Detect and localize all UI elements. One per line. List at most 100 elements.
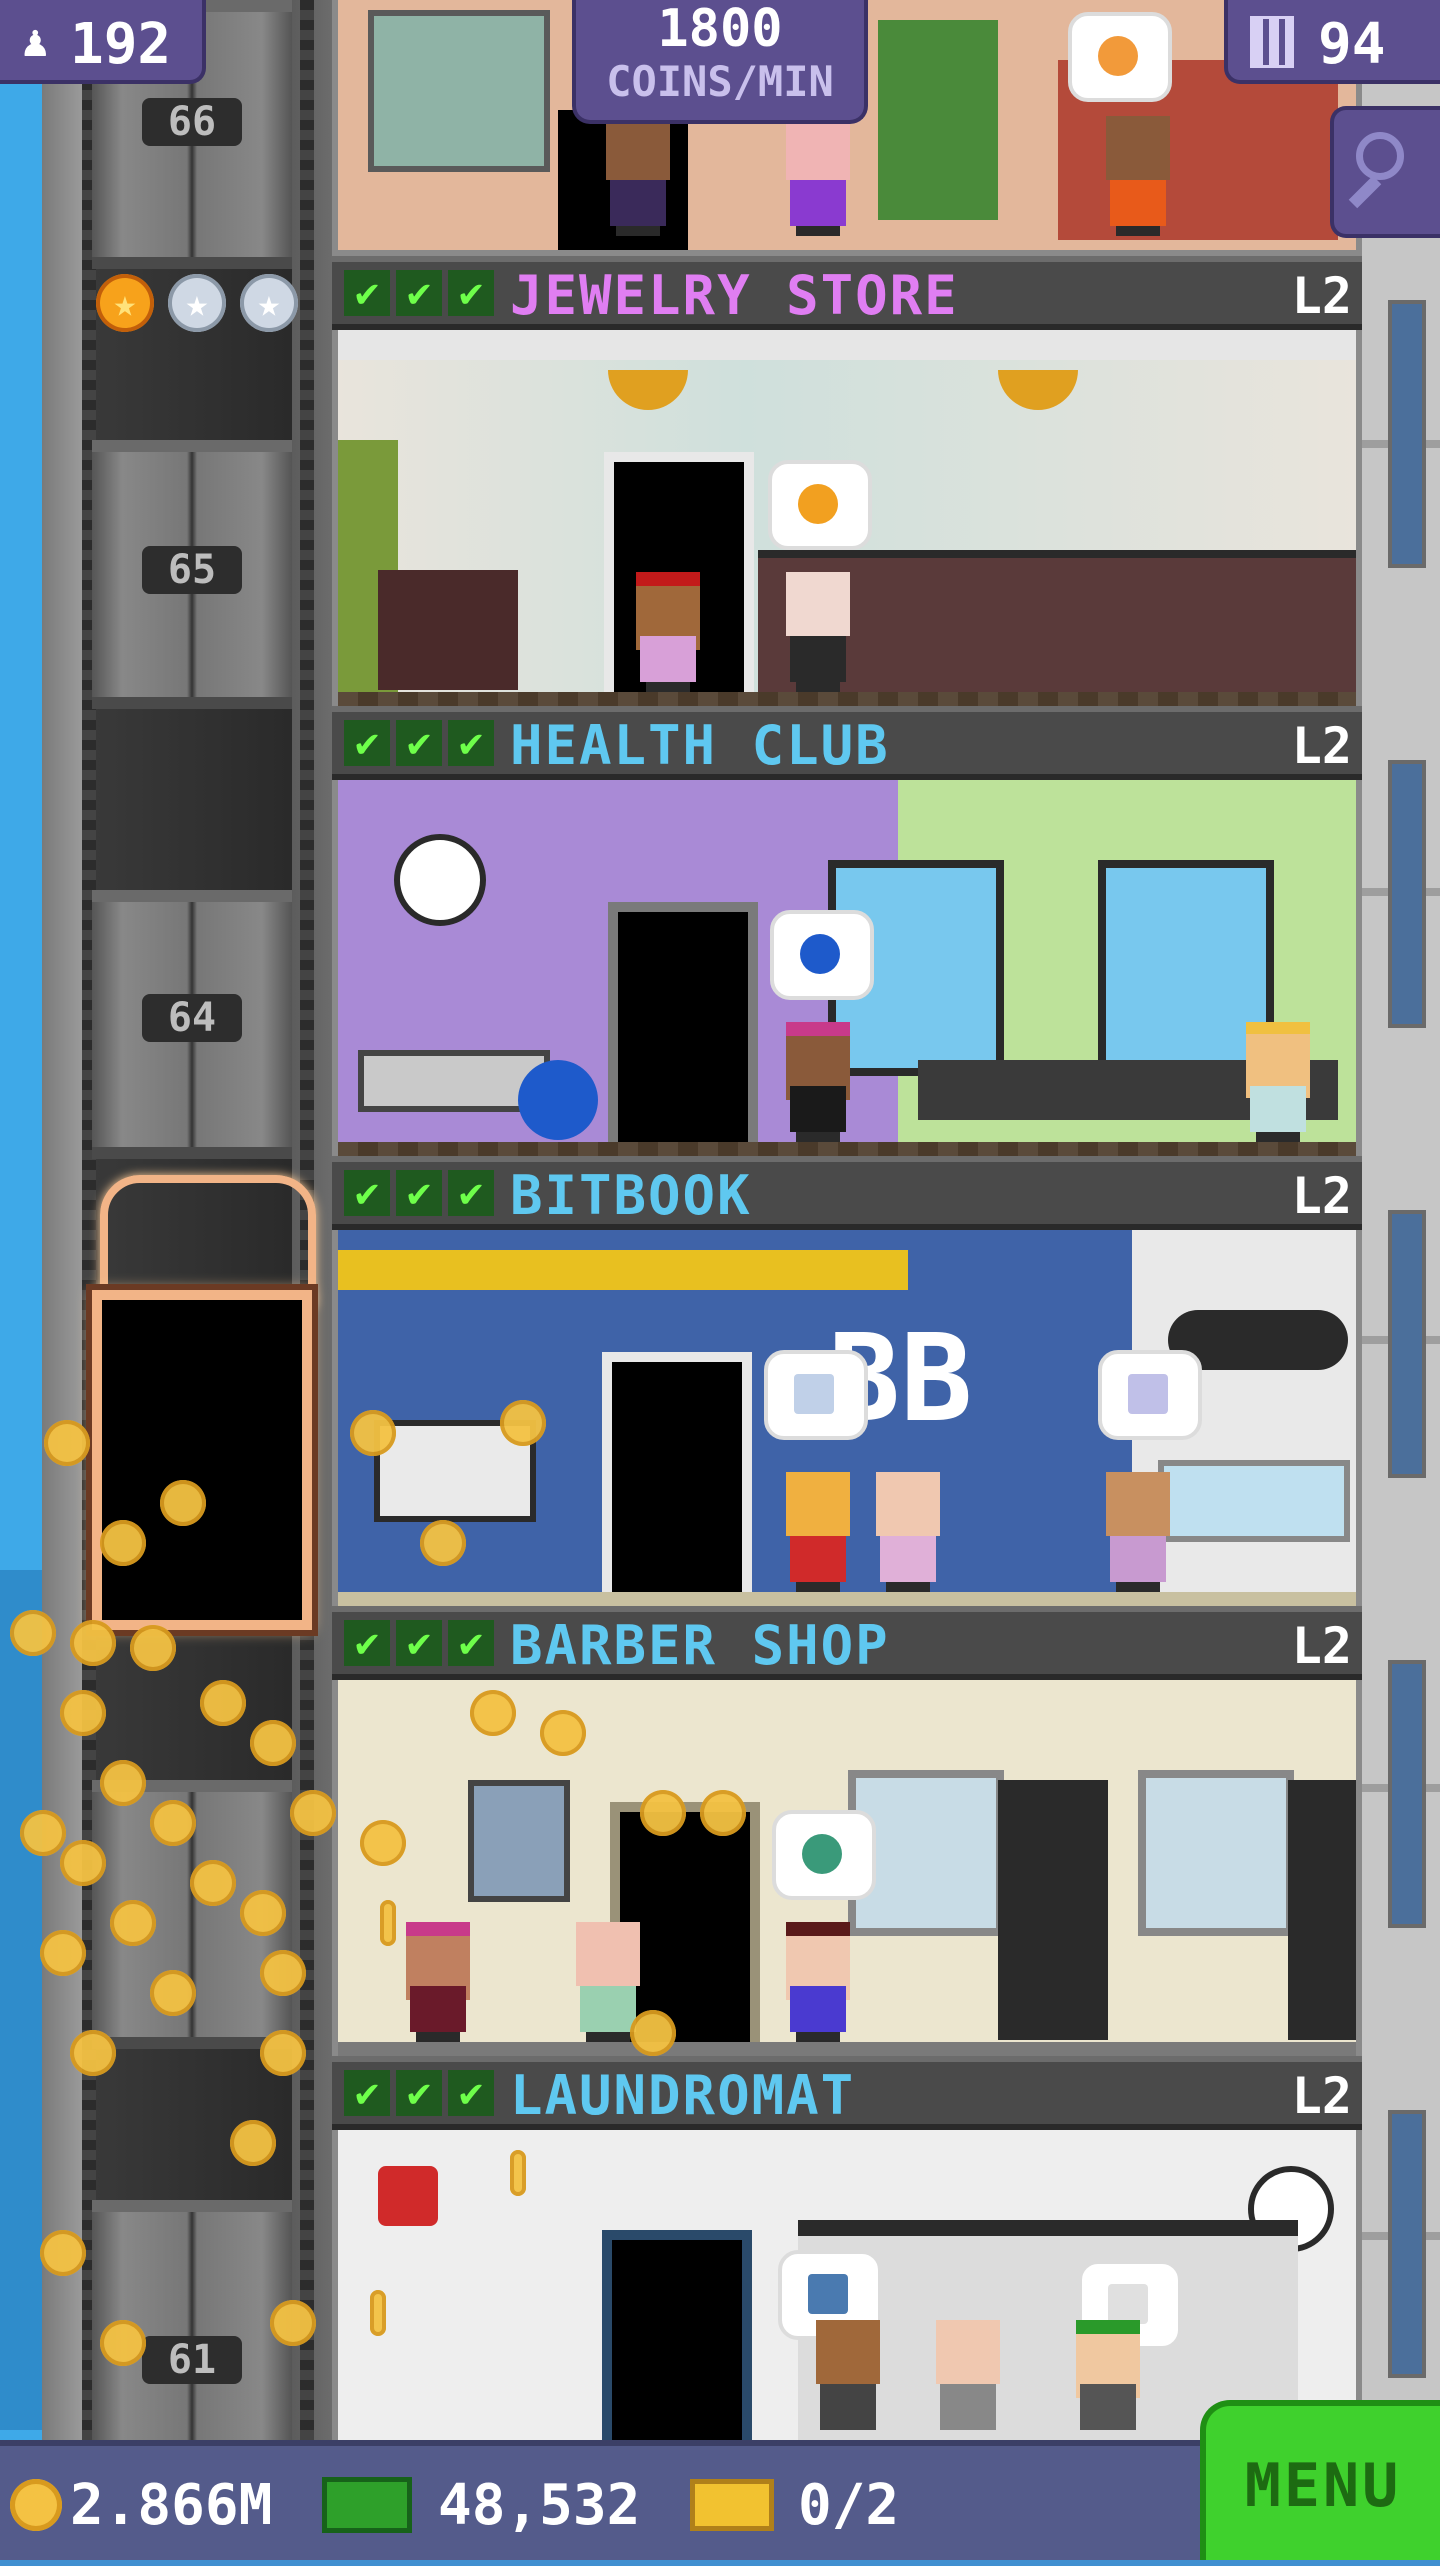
tenant-person[interactable] bbox=[1098, 1472, 1178, 1592]
coin-icon[interactable] bbox=[20, 1810, 66, 1856]
tenant-person[interactable] bbox=[1068, 2320, 1148, 2440]
coin-icon[interactable] bbox=[470, 1690, 516, 1736]
check-icon: ✔ bbox=[396, 720, 442, 766]
coin-icon[interactable] bbox=[100, 2320, 146, 2366]
coin-icon[interactable] bbox=[540, 1710, 586, 1756]
coin-icon[interactable] bbox=[40, 2230, 86, 2276]
coin-icon[interactable] bbox=[100, 1760, 146, 1806]
room-health-club[interactable] bbox=[338, 780, 1356, 1160]
ceiling bbox=[338, 330, 1356, 360]
room-laundromat[interactable] bbox=[338, 2130, 1356, 2440]
floors-counter[interactable]: 94 bbox=[1224, 0, 1440, 84]
cabinet bbox=[998, 1780, 1108, 2040]
tenant-person[interactable] bbox=[778, 116, 858, 236]
coin-icon[interactable] bbox=[260, 2030, 306, 2076]
coin-icon[interactable] bbox=[230, 2120, 276, 2166]
coin-icon[interactable] bbox=[510, 2150, 526, 2196]
room-jewelry-store[interactable] bbox=[338, 330, 1356, 710]
coin-icon[interactable] bbox=[350, 1410, 396, 1456]
customer-request-bubble[interactable] bbox=[772, 1810, 876, 1900]
tickets-value: 0/2 bbox=[798, 2472, 900, 2538]
customer-request-bubble[interactable] bbox=[764, 1350, 868, 1440]
customer-request-bubble[interactable] bbox=[1068, 12, 1172, 102]
tenant-person[interactable] bbox=[598, 116, 678, 236]
check-icon: ✔ bbox=[344, 1170, 390, 1216]
coin-icon[interactable] bbox=[380, 1900, 396, 1946]
tenant-person[interactable] bbox=[928, 2320, 1008, 2440]
tenant-person[interactable] bbox=[808, 2320, 888, 2440]
floor-level: L2 bbox=[1291, 2067, 1352, 2125]
room-barber-shop[interactable] bbox=[338, 1680, 1356, 2060]
coin-icon[interactable] bbox=[40, 1930, 86, 1976]
menu-button[interactable]: MENU bbox=[1200, 2400, 1440, 2560]
coin-icon[interactable] bbox=[60, 1690, 106, 1736]
tenant-person[interactable] bbox=[868, 1472, 948, 1592]
coin-icon[interactable] bbox=[420, 1520, 466, 1566]
floor-level: L2 bbox=[1291, 717, 1352, 775]
coin-icon[interactable] bbox=[110, 1900, 156, 1946]
coin-icon[interactable] bbox=[360, 1820, 406, 1866]
coin-icon[interactable] bbox=[70, 1620, 116, 1666]
coin-icon[interactable] bbox=[270, 2300, 316, 2346]
floor-level: L2 bbox=[1291, 267, 1352, 325]
bux-stat[interactable]: 48,532 bbox=[322, 2470, 640, 2540]
coin-icon[interactable] bbox=[640, 1790, 686, 1836]
elevator-star-icon: ★ bbox=[168, 274, 226, 332]
coin-icon[interactable] bbox=[250, 1720, 296, 1766]
tickets-stat[interactable]: 0/2 bbox=[690, 2470, 899, 2540]
person-icon: ♟ bbox=[22, 16, 49, 67]
coin-icon[interactable] bbox=[70, 2030, 116, 2076]
tenant-person[interactable] bbox=[1238, 1022, 1318, 1142]
coin-icon[interactable] bbox=[500, 1400, 546, 1446]
coin-icon[interactable] bbox=[370, 2290, 386, 2336]
population-counter[interactable]: ♟ 192 bbox=[0, 0, 206, 84]
zoom-button[interactable] bbox=[1330, 106, 1440, 238]
floor-header-health-club[interactable]: ✔ ✔ ✔ HEALTH CLUB L2 bbox=[332, 706, 1362, 780]
customer-request-bubble[interactable] bbox=[770, 910, 874, 1000]
tenant-person[interactable] bbox=[778, 1922, 858, 2042]
golden-elevator-car[interactable] bbox=[92, 1290, 312, 1630]
customer-request-bubble[interactable] bbox=[1098, 1350, 1202, 1440]
coin-icon[interactable] bbox=[60, 1840, 106, 1886]
check-icon: ✔ bbox=[448, 270, 494, 316]
shirt-icon bbox=[808, 2274, 848, 2314]
coin-icon[interactable] bbox=[290, 1790, 336, 1836]
floor-header-laundromat[interactable]: ✔ ✔ ✔ LAUNDROMAT L2 bbox=[332, 2056, 1362, 2130]
ball-icon bbox=[800, 934, 840, 974]
shelf-decor bbox=[878, 20, 998, 220]
customer-request-bubble[interactable] bbox=[768, 460, 872, 550]
coin-icon[interactable] bbox=[44, 1420, 90, 1466]
room-bitbook[interactable]: BB bbox=[338, 1230, 1356, 1610]
tenant-person[interactable] bbox=[778, 572, 858, 692]
tenant-person[interactable] bbox=[628, 572, 708, 692]
coins-value: 2.866M bbox=[70, 2472, 273, 2538]
tenant-person[interactable] bbox=[398, 1922, 478, 2042]
floor-name: HEALTH CLUB bbox=[510, 714, 890, 777]
coin-icon[interactable] bbox=[150, 1800, 196, 1846]
coin-icon[interactable] bbox=[100, 1520, 146, 1566]
coin-icon[interactable] bbox=[160, 1480, 206, 1526]
coin-icon[interactable] bbox=[260, 1950, 306, 1996]
elevator-floor-label: 61 bbox=[142, 2336, 242, 2384]
elevator-star-icon: ★ bbox=[240, 274, 298, 332]
coins-stat[interactable]: 2.866M bbox=[10, 2470, 272, 2540]
coin-icon[interactable] bbox=[630, 2010, 676, 2056]
tenant-person[interactable] bbox=[1098, 116, 1178, 236]
coin-icon[interactable] bbox=[10, 1610, 56, 1656]
tenant-person[interactable] bbox=[778, 1472, 858, 1592]
floor-door bbox=[602, 2230, 752, 2440]
floor-header-jewelry-store[interactable]: ✔ ✔ ✔ JEWELRY STORE L2 bbox=[332, 256, 1362, 330]
coin-icon[interactable] bbox=[150, 1970, 196, 2016]
floor-name: JEWELRY STORE bbox=[510, 264, 959, 327]
coin-icon[interactable] bbox=[700, 1790, 746, 1836]
floor-header-barber-shop[interactable]: ✔ ✔ ✔ BARBER SHOP L2 bbox=[332, 1606, 1362, 1680]
coin-icon[interactable] bbox=[200, 1680, 246, 1726]
tenant-person[interactable] bbox=[778, 1022, 858, 1142]
mirror bbox=[1138, 1770, 1294, 1936]
no-sign-icon bbox=[378, 2166, 438, 2226]
check-icon: ✔ bbox=[344, 270, 390, 316]
coin-icon[interactable] bbox=[240, 1890, 286, 1936]
floor-header-bitbook[interactable]: ✔ ✔ ✔ BITBOOK L2 bbox=[332, 1156, 1362, 1230]
coin-icon[interactable] bbox=[130, 1625, 176, 1671]
coin-icon[interactable] bbox=[190, 1860, 236, 1906]
